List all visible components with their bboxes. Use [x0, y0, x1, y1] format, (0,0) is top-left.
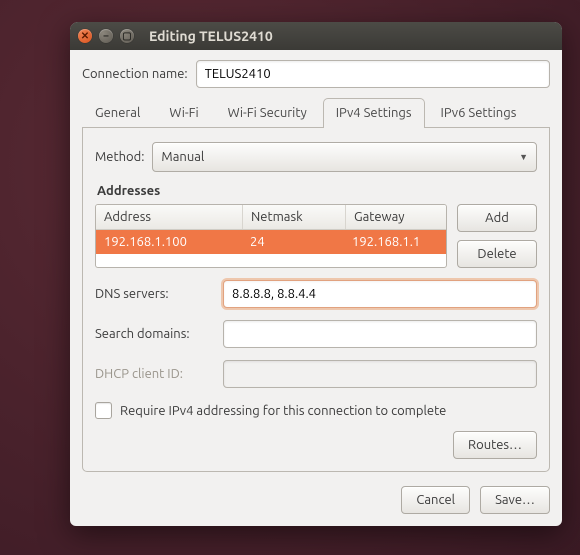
cell-netmask: 24 — [242, 230, 344, 254]
tab-wifi[interactable]: Wi-Fi — [156, 98, 211, 128]
addresses-heading: Addresses — [97, 184, 537, 198]
chevron-down-icon: ▼ — [519, 152, 528, 162]
tab-wifi-security[interactable]: Wi-Fi Security — [215, 98, 320, 128]
dialog-body: Connection name: General Wi-Fi Wi-Fi Sec… — [70, 50, 562, 526]
require-ipv4-checkbox[interactable] — [95, 402, 112, 419]
search-domains-label: Search domains: — [95, 327, 223, 341]
require-ipv4-label: Require IPv4 addressing for this connect… — [120, 404, 446, 418]
table-header: Address Netmask Gateway — [96, 205, 446, 230]
col-gateway[interactable]: Gateway — [346, 205, 446, 229]
connection-name-input[interactable] — [196, 60, 550, 88]
table-row[interactable]: 192.168.1.100 24 192.168.1.1 — [96, 230, 446, 254]
dhcp-client-id-label: DHCP client ID: — [95, 367, 223, 381]
cell-gateway: 192.168.1.1 — [344, 230, 446, 254]
dialog-window: ✕ – ▢ Editing TELUS2410 Connection name:… — [70, 22, 562, 526]
connection-name-label: Connection name: — [82, 67, 188, 81]
method-label: Method: — [95, 150, 144, 164]
col-address[interactable]: Address — [96, 205, 243, 229]
dhcp-client-id-input — [223, 360, 537, 388]
titlebar: ✕ – ▢ Editing TELUS2410 — [70, 22, 562, 50]
method-select[interactable]: Manual ▼ — [152, 142, 537, 172]
tab-general[interactable]: General — [82, 98, 153, 128]
close-icon[interactable]: ✕ — [78, 29, 92, 43]
routes-button[interactable]: Routes… — [453, 431, 537, 459]
ipv4-panel: Method: Manual ▼ Addresses Address Netma… — [82, 128, 550, 472]
dns-servers-label: DNS servers: — [95, 287, 223, 301]
add-button[interactable]: Add — [457, 204, 537, 232]
save-button[interactable]: Save… — [480, 486, 550, 514]
tab-ipv6-settings[interactable]: IPv6 Settings — [428, 98, 530, 128]
col-netmask[interactable]: Netmask — [243, 205, 346, 229]
search-domains-input[interactable] — [223, 320, 537, 348]
dns-servers-input[interactable] — [223, 280, 537, 308]
window-title: Editing TELUS2410 — [149, 28, 273, 44]
addresses-table[interactable]: Address Netmask Gateway 192.168.1.100 24… — [95, 204, 447, 268]
method-value: Manual — [161, 150, 204, 164]
delete-button[interactable]: Delete — [457, 240, 537, 268]
minimize-icon[interactable]: – — [99, 29, 113, 43]
cancel-button[interactable]: Cancel — [401, 486, 470, 514]
tab-bar: General Wi-Fi Wi-Fi Security IPv4 Settin… — [82, 98, 550, 128]
cell-address: 192.168.1.100 — [96, 230, 242, 254]
maximize-icon[interactable]: ▢ — [120, 29, 134, 43]
tab-ipv4-settings[interactable]: IPv4 Settings — [323, 98, 425, 128]
